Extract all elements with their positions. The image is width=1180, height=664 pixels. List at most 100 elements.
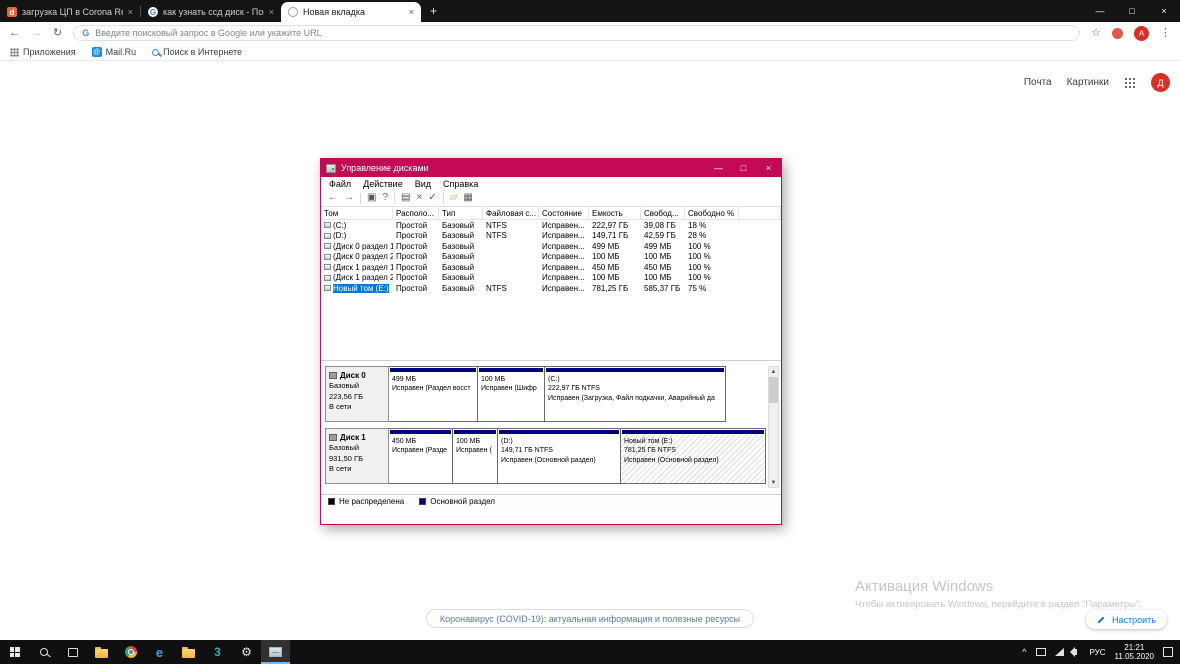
forward-icon[interactable]: → xyxy=(344,193,354,203)
partition[interactable]: 100 МБ Исправен ( xyxy=(453,428,498,484)
volume-row-selected[interactable]: Новый том (E:) Простой Базовый NTFS Испр… xyxy=(321,283,781,294)
check-icon[interactable]: ✓ xyxy=(428,193,436,203)
column-free[interactable]: Свобод... xyxy=(641,207,685,219)
maximize-button[interactable]: □ xyxy=(1116,0,1148,22)
taskbar-app-chrome[interactable] xyxy=(116,640,145,664)
scrollbar-thumb[interactable] xyxy=(769,377,778,403)
back-icon[interactable]: ← xyxy=(328,193,338,203)
tab-close-icon[interactable]: × xyxy=(269,7,274,17)
scroll-down-icon[interactable]: ▼ xyxy=(771,478,777,487)
partition-c[interactable]: (C:) 222,97 ГБ NTFS Исправен (Загрузка, … xyxy=(545,366,726,422)
browser-tab-2[interactable]: G как узнать ссд диск - Поиск в G × xyxy=(141,2,281,22)
volume-row[interactable]: (Диск 0 раздел 1) Простой Базовый Исправ… xyxy=(321,241,781,252)
cell-capacity: 781,25 ГБ xyxy=(592,283,629,293)
language-indicator[interactable]: РУС xyxy=(1090,648,1106,657)
disk-type: Базовый xyxy=(329,443,360,453)
bookmark-apps[interactable]: Приложения xyxy=(10,47,76,57)
extension-icon[interactable] xyxy=(1112,27,1123,39)
menu-file[interactable]: Файл xyxy=(323,179,357,189)
bookmark-web-search[interactable]: Поиск в Интернете xyxy=(152,47,242,57)
menu-view[interactable]: Вид xyxy=(409,179,437,189)
partition-e-selected[interactable]: Новый том (E:) 781,25 ГБ NTFS Исправен (… xyxy=(621,428,766,484)
volume-row[interactable]: (Диск 1 раздел 2) Простой Базовый Исправ… xyxy=(321,273,781,284)
display-icon[interactable] xyxy=(1035,648,1046,656)
google-apps-grid-icon[interactable] xyxy=(1124,76,1136,89)
volume-row[interactable]: (D:) Простой Базовый NTFS Исправен... 14… xyxy=(321,231,781,242)
taskbar-clock[interactable]: 21:21 11.05.2020 xyxy=(1115,643,1154,661)
customize-button[interactable]: Настроить xyxy=(1086,610,1167,629)
close-button[interactable]: × xyxy=(756,159,781,177)
file-explorer-icon xyxy=(95,646,108,658)
google-avatar[interactable]: Д xyxy=(1151,73,1170,92)
action-center-icon[interactable] xyxy=(1163,647,1173,657)
columns-icon[interactable]: ▦ xyxy=(463,193,472,203)
forward-icon[interactable]: → xyxy=(31,27,42,39)
taskbar-app-disk-management-active[interactable] xyxy=(261,640,290,664)
column-free-pct[interactable]: Свободно % xyxy=(685,207,739,219)
help-icon[interactable]: ? xyxy=(382,193,388,203)
maximize-button[interactable]: □ xyxy=(731,159,756,177)
up-level-icon[interactable]: ▤ xyxy=(401,193,410,203)
tab-close-icon[interactable]: × xyxy=(128,7,133,17)
volume-row[interactable]: (C:) Простой Базовый NTFS Исправен... 22… xyxy=(321,220,781,231)
minimize-button[interactable]: — xyxy=(1084,0,1116,22)
cell-fs: NTFS xyxy=(486,220,507,230)
browser-tab-1[interactable]: d загрузка ЦП в Corona Render × xyxy=(0,2,140,22)
cell-capacity: 100 МБ xyxy=(592,252,620,262)
disk-header[interactable]: Диск 0 Базовый 223,56 ГБ В сети xyxy=(325,366,389,422)
speaker-icon[interactable] xyxy=(1072,649,1077,655)
volume-row[interactable]: (Диск 1 раздел 1) Простой Базовый Исправ… xyxy=(321,262,781,273)
column-type[interactable]: Тип xyxy=(439,207,483,219)
covid-info-chip[interactable]: Коронавирус (COVID-19): актуальная инфор… xyxy=(425,609,755,628)
taskbar-app-folder[interactable] xyxy=(174,640,203,664)
column-filesystem[interactable]: Файловая с... xyxy=(483,207,539,219)
disk-header[interactable]: Диск 1 Базовый 931,50 ГБ В сети xyxy=(325,428,389,484)
minimize-button[interactable]: — xyxy=(706,159,731,177)
scrollbar[interactable]: ▲ ▼ xyxy=(768,366,779,488)
start-button[interactable] xyxy=(0,640,29,664)
address-input[interactable] xyxy=(95,28,1072,38)
browser-avatar[interactable]: А xyxy=(1134,25,1149,41)
tab-close-icon[interactable]: × xyxy=(409,7,414,17)
partition-d[interactable]: (D:) 149,71 ГБ NTFS Исправен (Основной р… xyxy=(498,428,621,484)
omnibox[interactable]: G xyxy=(73,25,1081,41)
back-icon[interactable]: ← xyxy=(9,27,20,39)
taskbar-app-file-explorer[interactable] xyxy=(87,640,116,664)
delete-icon[interactable]: × xyxy=(416,193,422,203)
window-titlebar[interactable]: Управление дисками — □ × xyxy=(321,159,781,177)
folder-icon[interactable]: ▱ xyxy=(450,193,458,203)
time: 21:21 xyxy=(1124,643,1145,652)
task-view-button[interactable] xyxy=(58,640,87,664)
network-icon[interactable] xyxy=(1054,648,1064,656)
column-volume[interactable]: Том xyxy=(321,207,393,219)
volume-name: (Диск 0 раздел 2) xyxy=(333,252,393,262)
partition[interactable]: 499 МБ Исправен (Раздел восст xyxy=(389,366,478,422)
console-tree-icon[interactable]: ▣ xyxy=(367,193,376,203)
volume-name: Новый том (E:) xyxy=(333,283,389,293)
cell-capacity: 499 МБ xyxy=(592,241,620,251)
partition[interactable]: 450 МБ Исправен (Разде xyxy=(389,428,453,484)
close-button[interactable]: × xyxy=(1148,0,1180,22)
images-link[interactable]: Картинки xyxy=(1067,77,1109,88)
window-controls: — □ × xyxy=(706,159,781,177)
column-capacity[interactable]: Емкость xyxy=(589,207,641,219)
taskbar-app-edge[interactable]: e xyxy=(145,640,174,664)
menu-action[interactable]: Действие xyxy=(357,179,409,189)
reload-icon[interactable]: ↻ xyxy=(53,27,62,39)
taskbar-app-3ds-max[interactable]: 3 xyxy=(203,640,232,664)
taskbar-search-button[interactable] xyxy=(29,640,58,664)
column-layout[interactable]: Располо... xyxy=(393,207,439,219)
tray-expand-icon[interactable]: ^ xyxy=(1022,647,1026,657)
partition[interactable]: 100 МБ Исправен (Шифр xyxy=(478,366,545,422)
taskbar-app-settings[interactable]: ⚙ xyxy=(232,640,261,664)
browser-tab-3-active[interactable]: Новая вкладка × xyxy=(281,2,421,22)
menu-dots-icon[interactable]: ⋮ xyxy=(1160,27,1171,39)
menu-help[interactable]: Справка xyxy=(437,179,484,189)
gmail-link[interactable]: Почта xyxy=(1024,77,1052,88)
new-tab-button[interactable]: + xyxy=(430,4,437,18)
volume-row[interactable]: (Диск 0 раздел 2) Простой Базовый Исправ… xyxy=(321,252,781,263)
bookmark-mailru[interactable]: @ Mail.Ru xyxy=(91,47,136,57)
bookmark-star-icon[interactable]: ☆ xyxy=(1091,27,1101,39)
column-status[interactable]: Состояние xyxy=(539,207,589,219)
scroll-up-icon[interactable]: ▲ xyxy=(771,367,777,376)
